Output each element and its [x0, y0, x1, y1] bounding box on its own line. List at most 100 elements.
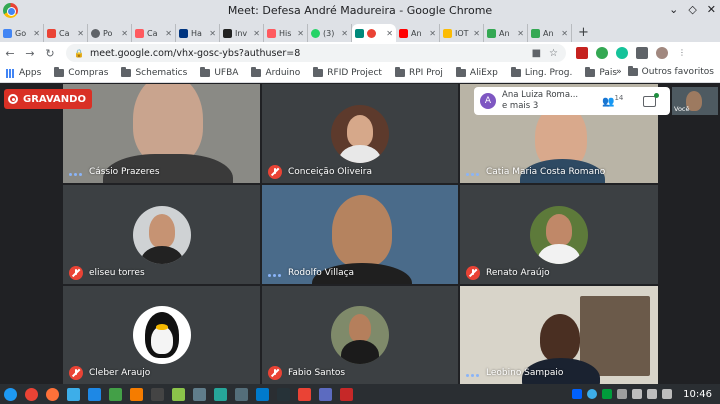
tab[interactable]: (3) ✕	[308, 24, 352, 42]
battery-icon[interactable]	[662, 389, 673, 399]
bookmarks-overflow-button[interactable]: »	[616, 67, 622, 77]
bookmark-apps[interactable]: Apps	[6, 68, 41, 78]
tab-close-icon[interactable]: ✕	[297, 29, 304, 38]
tab-close-icon[interactable]: ✕	[429, 29, 436, 38]
address-bar[interactable]: 🔒 meet.google.com/vhx-gosc-ybs?authuser=…	[66, 44, 566, 62]
participant-tile[interactable]: eliseu torres	[63, 185, 260, 284]
maximize-icon[interactable]: ◇	[688, 3, 696, 16]
tab[interactable]: An ✕	[396, 24, 440, 42]
tab-active-meet[interactable]: ✕	[352, 24, 396, 42]
tab-close-icon[interactable]: ✕	[517, 29, 524, 38]
tab-close-icon[interactable]: ✕	[77, 29, 84, 38]
terminal-icon[interactable]	[151, 387, 164, 401]
avatar-body	[339, 144, 381, 163]
extension-shield-icon[interactable]	[576, 47, 588, 59]
app-window-icon[interactable]	[340, 387, 353, 401]
chat-button[interactable]	[643, 92, 660, 107]
bookmark-folder[interactable]: Arduino	[251, 67, 300, 78]
file-manager-icon[interactable]	[67, 387, 80, 401]
participant-tile[interactable]: Cleber Araujo	[63, 286, 260, 384]
monitor-icon[interactable]	[235, 387, 248, 401]
bookmark-folder[interactable]: UFBA	[200, 67, 238, 78]
tab[interactable]: Ha ✕	[176, 24, 220, 42]
extension-green-icon[interactable]	[596, 47, 608, 59]
tab[interactable]: IOT ✕	[440, 24, 484, 42]
kde-menu-icon[interactable]	[4, 387, 17, 401]
participant-tile[interactable]: Cássio Prazeres	[63, 84, 260, 183]
avatar-body	[341, 340, 379, 364]
google-app-icon[interactable]	[298, 387, 311, 401]
volume-icon[interactable]	[647, 389, 658, 399]
participants-button[interactable]: 👥14	[602, 94, 623, 107]
close-icon[interactable]: ✕	[707, 3, 716, 16]
participant-tile[interactable]: Renato Araújo	[460, 185, 658, 284]
participant-tile[interactable]: Leobino Sampaio	[460, 286, 658, 384]
tab[interactable]: Inv ✕	[220, 24, 264, 42]
participant-tile[interactable]: Conceição Oliveira	[262, 84, 458, 183]
talking-indicator-icon	[466, 173, 479, 176]
self-view[interactable]: Você	[672, 87, 718, 115]
tools-icon[interactable]	[172, 387, 185, 401]
presentation-icon[interactable]	[130, 387, 143, 401]
bookmark-star-icon[interactable]: ☆	[549, 48, 558, 59]
participant-tile[interactable]: Rodolfo Villaça	[262, 185, 458, 284]
tab-close-icon[interactable]: ✕	[121, 29, 128, 38]
bookmark-other-favorites[interactable]: Outros favoritos	[627, 66, 714, 77]
tab[interactable]: Po ✕	[88, 24, 132, 42]
tab[interactable]: Ca ✕	[44, 24, 88, 42]
extensions-puzzle-icon[interactable]	[636, 47, 648, 59]
reload-button[interactable]: ↻	[40, 47, 60, 60]
tab[interactable]: Go ✕	[0, 24, 44, 42]
wifi-icon[interactable]	[632, 389, 643, 399]
extension-grammarly-icon[interactable]	[616, 47, 628, 59]
bluetooth-icon[interactable]	[617, 389, 628, 399]
vscode-icon[interactable]	[256, 387, 269, 401]
menu-kebab-icon[interactable]: ⋮	[676, 47, 688, 59]
image-viewer-icon[interactable]	[214, 387, 227, 401]
tab-close-icon[interactable]: ✕	[209, 29, 216, 38]
calculator-icon[interactable]	[193, 387, 206, 401]
recording-icon	[8, 94, 18, 104]
network-icon[interactable]	[587, 389, 598, 399]
participant-name: Leobino Sampaio	[486, 368, 564, 378]
tab-close-icon[interactable]: ✕	[473, 29, 480, 38]
lock-icon[interactable]: 🔒	[74, 49, 84, 58]
forward-button[interactable]: →	[20, 47, 40, 60]
mic-off-icon	[466, 266, 480, 280]
bookmark-folder[interactable]: RFID Project	[313, 67, 382, 78]
taskbar-clock[interactable]: 10:46	[683, 389, 712, 400]
dropbox-icon[interactable]	[572, 389, 583, 399]
minimize-icon[interactable]: ⌄	[669, 3, 678, 16]
tab[interactable]: An ✕	[484, 24, 528, 42]
bookmark-folder[interactable]: Pais	[585, 67, 617, 78]
tab[interactable]: An ✕	[528, 24, 572, 42]
bookmark-folder[interactable]: RPI Proj	[394, 67, 443, 78]
flag-br-icon[interactable]	[602, 389, 613, 399]
bookmark-folder[interactable]: Compras	[54, 67, 108, 78]
tab-close-icon[interactable]: ✕	[341, 29, 348, 38]
tab[interactable]: Ca ✕	[132, 24, 176, 42]
firefox-taskbar-icon[interactable]	[46, 387, 59, 401]
tab-favicon-icon	[487, 28, 496, 38]
terminal-icon[interactable]	[277, 387, 290, 401]
tab-close-icon[interactable]: ✕	[253, 29, 260, 38]
camera-icon[interactable]: ■	[532, 48, 541, 59]
tab[interactable]: His ✕	[264, 24, 308, 42]
back-button[interactable]: ←	[0, 47, 20, 60]
doc-viewer-icon[interactable]	[319, 387, 332, 401]
new-tab-button[interactable]: +	[572, 24, 595, 42]
tab-close-icon[interactable]: ✕	[561, 29, 568, 38]
bookmark-folder[interactable]: AliExp	[455, 67, 498, 78]
bookmark-folder[interactable]: Schematics	[121, 67, 187, 78]
profile-avatar[interactable]	[656, 47, 668, 59]
tab-close-icon[interactable]: ✕	[33, 29, 40, 38]
tab-favicon-icon	[443, 28, 452, 38]
tab-close-icon[interactable]: ✕	[386, 29, 393, 38]
participant-tile[interactable]: Fabio Santos	[262, 286, 458, 384]
document-icon[interactable]	[88, 387, 101, 401]
spreadsheet-icon[interactable]	[109, 387, 122, 401]
bookmark-folder[interactable]: Ling. Prog.	[510, 67, 572, 78]
chrome-taskbar-icon[interactable]	[25, 387, 38, 401]
tab-close-icon[interactable]: ✕	[165, 29, 172, 38]
url-text[interactable]: meet.google.com/vhx-gosc-ybs?authuser=8	[90, 48, 524, 59]
